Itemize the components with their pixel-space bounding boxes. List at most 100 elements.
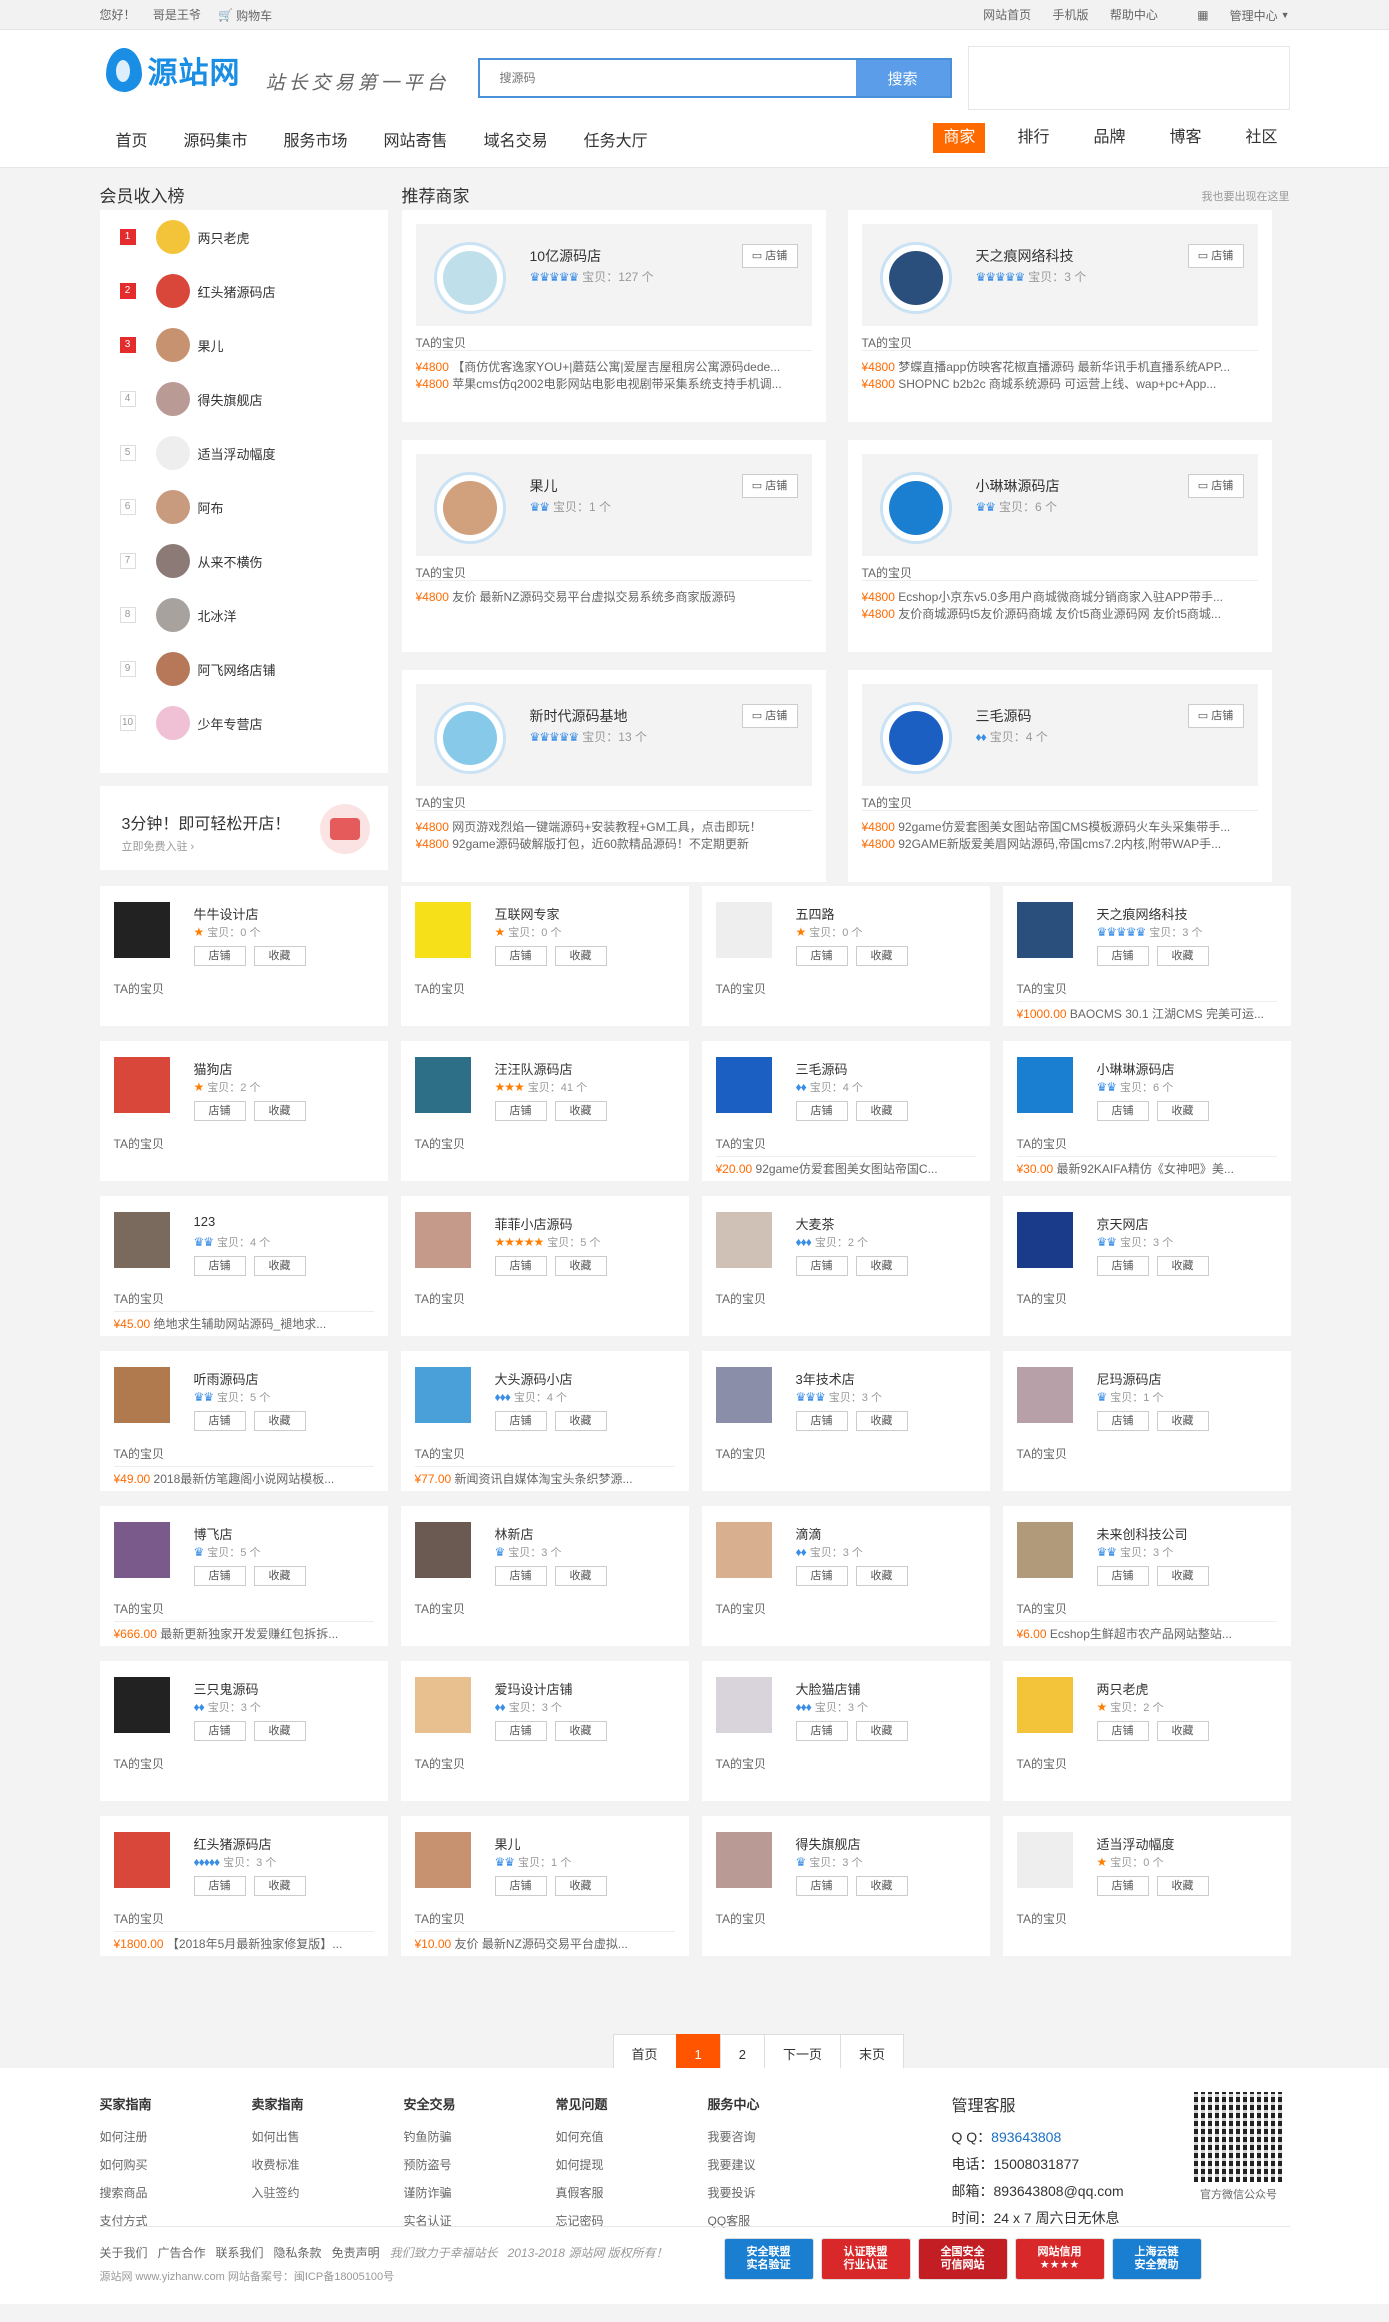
nav-item[interactable]: 首页 <box>116 127 148 151</box>
shop-button[interactable]: 店铺 <box>795 1411 848 1431</box>
rank-row[interactable]: 6 阿布 <box>100 480 388 534</box>
favorite-button[interactable]: 收藏 <box>253 1101 306 1121</box>
shop-avatar[interactable] <box>113 902 170 958</box>
favorite-button[interactable]: 收藏 <box>1156 1721 1209 1741</box>
disclaimer-link[interactable]: 免责声明 <box>332 2244 380 2261</box>
nav2-item[interactable]: 品牌 <box>1081 123 1137 153</box>
product-line[interactable]: ¥4800 网页游戏烈焰一键端源码+安装教程+GM工具，点击即玩！ <box>416 818 812 835</box>
shop-name[interactable]: 三只鬼源码 <box>194 1679 259 1698</box>
favorite-button[interactable]: 收藏 <box>1156 1411 1209 1431</box>
footer-link[interactable]: QQ客服 <box>708 2207 760 2235</box>
shop-button[interactable]: 店铺 <box>193 946 246 966</box>
shop-name[interactable]: 3年技术店 <box>796 1369 855 1388</box>
shop-avatar[interactable] <box>113 1212 170 1268</box>
shop-name[interactable]: 滴滴 <box>796 1524 822 1543</box>
product-line[interactable]: ¥45.00 绝地求生辅助网站源码_褪地求... <box>113 1311 374 1332</box>
shop-button[interactable]: 店铺 <box>1096 1721 1149 1741</box>
favorite-button[interactable]: 收藏 <box>554 1411 607 1431</box>
favorite-button[interactable]: 收藏 <box>855 1876 908 1896</box>
shop-avatar[interactable] <box>715 1212 772 1268</box>
shop-name[interactable]: 五四路 <box>796 904 835 923</box>
favorite-button[interactable]: 收藏 <box>1156 1876 1209 1896</box>
shop-name[interactable]: 互联网专家 <box>495 904 560 923</box>
open-shop-banner[interactable]: 3分钟！即可轻松开店！ 立即免费入驻 › <box>99 786 388 870</box>
product-line[interactable]: ¥49.00 2018最新仿笔趣阁小说网站模板... <box>113 1466 374 1487</box>
shop-button[interactable]: ▭ 店铺 <box>1187 704 1244 728</box>
footer-link[interactable]: 真假客服 <box>556 2179 608 2207</box>
shop-name[interactable]: 未来创科技公司 <box>1097 1524 1188 1543</box>
shop-button[interactable]: 店铺 <box>193 1411 246 1431</box>
shop-avatar[interactable] <box>113 1832 170 1888</box>
shop-button[interactable]: 店铺 <box>193 1721 246 1741</box>
favorite-button[interactable]: 收藏 <box>855 1256 908 1276</box>
shop-name[interactable]: 大头源码小店 <box>495 1369 573 1388</box>
favorite-button[interactable]: 收藏 <box>1156 1566 1209 1586</box>
help-link[interactable]: 帮助中心 <box>1110 6 1158 23</box>
shop-avatar[interactable] <box>1016 1212 1073 1268</box>
shop-avatar[interactable] <box>1016 1677 1073 1733</box>
shop-name[interactable]: 得失旗舰店 <box>796 1834 861 1853</box>
product-line[interactable]: ¥4800 Ecshop小京东v5.0多用户商城微商城分销商家入驻APP带手..… <box>862 588 1258 605</box>
shop-avatar[interactable] <box>414 1832 471 1888</box>
favorite-button[interactable]: 收藏 <box>253 1876 306 1896</box>
shop-avatar[interactable] <box>414 1212 471 1268</box>
nav-item[interactable]: 服务市场 <box>284 127 348 151</box>
shop-avatar[interactable] <box>1016 1832 1073 1888</box>
rank-row[interactable]: 5 适当浮动幅度 <box>100 426 388 480</box>
shop-avatar[interactable] <box>715 1832 772 1888</box>
shop-button[interactable]: 店铺 <box>795 946 848 966</box>
shop-avatar[interactable] <box>1016 1522 1073 1578</box>
merchant-avatar[interactable] <box>879 242 952 314</box>
shop-avatar[interactable] <box>113 1677 170 1733</box>
rank-row[interactable]: 3 果儿 <box>100 318 388 372</box>
shop-name[interactable]: 大麦茶 <box>796 1214 835 1233</box>
favorite-button[interactable]: 收藏 <box>554 1566 607 1586</box>
search-button[interactable]: 搜索 <box>855 60 950 96</box>
favorite-button[interactable]: 收藏 <box>1156 1101 1209 1121</box>
merchant-name[interactable]: 新时代源码基地 <box>530 706 628 726</box>
trust-badge[interactable]: 网站信用 ★★★★ <box>1014 2238 1105 2280</box>
shop-name[interactable]: 果儿 <box>495 1834 521 1853</box>
trust-badge[interactable]: 全国安全 可信网站 <box>917 2238 1008 2280</box>
shop-avatar[interactable] <box>113 1522 170 1578</box>
privacy-link[interactable]: 隐私条款 <box>274 2244 322 2261</box>
shop-avatar[interactable] <box>715 1522 772 1578</box>
footer-link[interactable]: 如何购买 <box>100 2151 152 2179</box>
favorite-button[interactable]: 收藏 <box>253 946 306 966</box>
shop-avatar[interactable] <box>414 1057 471 1113</box>
shop-button[interactable]: 店铺 <box>1096 946 1149 966</box>
favorite-button[interactable]: 收藏 <box>1156 1256 1209 1276</box>
product-line[interactable]: ¥4800 SHOPNC b2b2c 商城系统源码 可运营上线、wap+pc+A… <box>862 375 1258 392</box>
cart-link[interactable]: 🛒 购物车 <box>218 7 286 24</box>
footer-link[interactable]: 搜索商品 <box>100 2179 152 2207</box>
nav-item[interactable]: 源码集市 <box>184 127 248 151</box>
shop-button[interactable]: 店铺 <box>1096 1411 1149 1431</box>
merchant-name[interactable]: 10亿源码店 <box>530 246 602 266</box>
shop-name[interactable]: 听雨源码店 <box>194 1369 259 1388</box>
shop-avatar[interactable] <box>715 902 772 958</box>
merchant-avatar[interactable] <box>433 472 506 544</box>
footer-link[interactable]: 预防盗号 <box>404 2151 456 2179</box>
shop-button[interactable]: 店铺 <box>494 1101 547 1121</box>
favorite-button[interactable]: 收藏 <box>855 1411 908 1431</box>
merchant-name[interactable]: 小琳琳源码店 <box>976 476 1060 496</box>
favorite-button[interactable]: 收藏 <box>253 1411 306 1431</box>
shop-button[interactable]: 店铺 <box>795 1876 848 1896</box>
qq-link[interactable]: 893643808 <box>991 2129 1061 2145</box>
shop-button[interactable]: 店铺 <box>795 1101 848 1121</box>
rank-row[interactable]: 7 从来不横伤 <box>100 534 388 588</box>
shop-button[interactable]: ▭ 店铺 <box>741 704 798 728</box>
shop-name[interactable]: 汪汪队源码店 <box>495 1059 573 1078</box>
shop-button[interactable]: 店铺 <box>193 1256 246 1276</box>
product-line[interactable]: ¥4800 92game源码破解版打包，近60款精品源码！不定期更新 <box>416 835 812 852</box>
favorite-button[interactable]: 收藏 <box>855 946 908 966</box>
shop-button[interactable]: 店铺 <box>494 1876 547 1896</box>
shop-avatar[interactable] <box>1016 902 1073 958</box>
footer-link[interactable]: 钓鱼防骗 <box>404 2123 456 2151</box>
footer-link[interactable]: 谨防诈骗 <box>404 2179 456 2207</box>
footer-link[interactable]: 收费标准 <box>252 2151 304 2179</box>
rank-row[interactable]: 1 两只老虎 <box>100 210 388 264</box>
footer-link[interactable]: 我要咨询 <box>708 2123 760 2151</box>
product-line[interactable]: ¥6.00 Ecshop生鲜超市农产品网站整站... <box>1016 1621 1277 1642</box>
shop-name[interactable]: 三毛源码 <box>796 1059 848 1078</box>
